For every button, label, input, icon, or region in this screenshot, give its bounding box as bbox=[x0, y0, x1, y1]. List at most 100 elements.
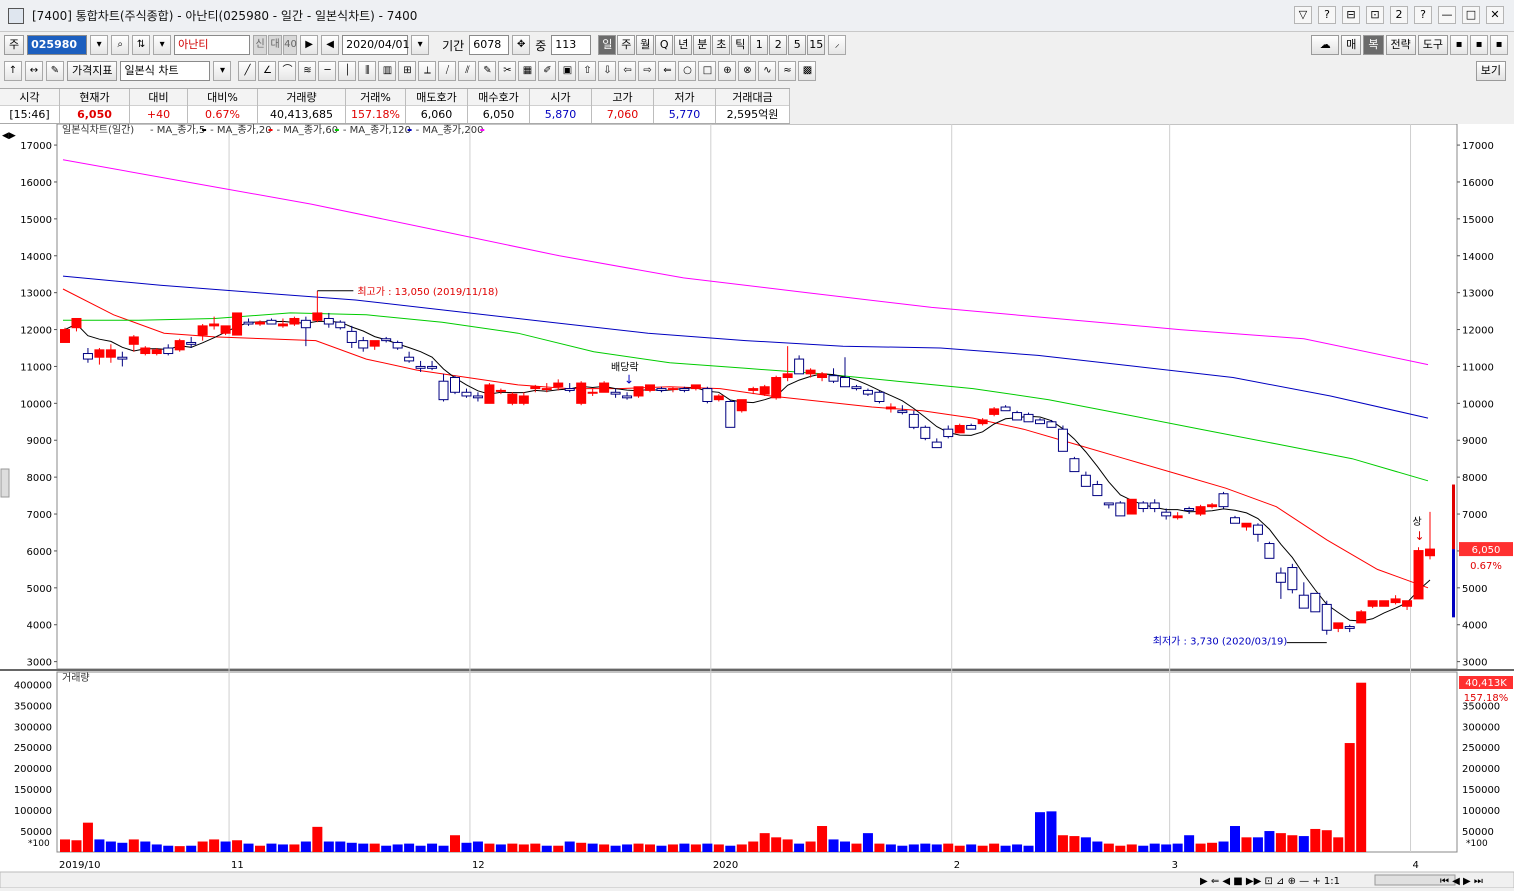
drawing-tool-icon[interactable]: ⫽ bbox=[458, 61, 477, 81]
candle[interactable] bbox=[1379, 600, 1390, 607]
candle[interactable] bbox=[174, 338, 185, 352]
interval-button[interactable]: 15 bbox=[807, 35, 826, 55]
expand-horizontal-icon[interactable]: ↔ bbox=[25, 61, 43, 81]
candle[interactable] bbox=[920, 425, 931, 441]
drawing-tool-icon[interactable]: ▩ bbox=[798, 61, 817, 81]
candle[interactable] bbox=[484, 383, 495, 404]
drawing-tool-icon[interactable]: ⊞ bbox=[398, 61, 417, 81]
drawing-tool-icon[interactable]: ⇦ bbox=[618, 61, 637, 81]
drawing-tool-icon[interactable]: ╱ bbox=[238, 61, 257, 81]
candle[interactable] bbox=[289, 316, 300, 326]
drawing-tool-icon[interactable]: □ bbox=[698, 61, 717, 81]
interval-button[interactable]: 5 bbox=[788, 35, 807, 55]
code-dropdown-icon[interactable]: ▾ bbox=[90, 35, 109, 55]
candle[interactable] bbox=[507, 392, 518, 406]
date-field[interactable]: 2020/04/01 bbox=[342, 35, 410, 55]
candle[interactable] bbox=[736, 399, 747, 413]
price-chart[interactable]: 2019/10 11 12 2020 2 3 4 17000 17000 16000 16000 15… bbox=[0, 123, 1514, 889]
drawing-tool-icon[interactable]: ✐ bbox=[538, 61, 557, 81]
candle[interactable] bbox=[1057, 425, 1068, 452]
save-icon[interactable]: ▪ bbox=[1470, 35, 1488, 55]
candle[interactable] bbox=[1413, 547, 1424, 600]
right-tool-button[interactable]: 복 bbox=[1363, 35, 1384, 55]
drawing-tool-icon[interactable]: ─ bbox=[318, 61, 337, 81]
drawing-tool-icon[interactable]: ∠ bbox=[258, 61, 277, 81]
window-button[interactable]: ? bbox=[1318, 6, 1336, 24]
interval-button[interactable]: 월 bbox=[636, 35, 655, 55]
candle[interactable] bbox=[771, 375, 782, 400]
interval-button[interactable]: 2 bbox=[769, 35, 788, 55]
side-toggle-button[interactable] bbox=[0, 468, 10, 498]
drawing-tool-icon[interactable]: ⫼ bbox=[358, 61, 377, 81]
drawing-tool-icon[interactable]: ⊕ bbox=[718, 61, 737, 81]
candle[interactable] bbox=[599, 381, 610, 393]
chart-type-dropdown-icon[interactable]: ▾ bbox=[213, 61, 232, 81]
chart-type-select[interactable]: 일본식 차트 bbox=[120, 61, 211, 81]
drawing-tool-icon[interactable]: ≈ bbox=[778, 61, 797, 81]
interval-button[interactable]: 분 bbox=[693, 35, 712, 55]
window-button[interactable]: ⊟ bbox=[1342, 6, 1360, 24]
edit-icon[interactable]: ✎ bbox=[46, 61, 64, 81]
candle[interactable] bbox=[759, 384, 770, 396]
drawing-tool-icon[interactable]: ⌒ bbox=[278, 61, 297, 81]
drawing-tool-icon[interactable]: ⟂ bbox=[418, 61, 437, 81]
search-icon[interactable]: ⌕ bbox=[111, 35, 130, 55]
interval-button[interactable]: 년 bbox=[674, 35, 693, 55]
up-arrow-icon[interactable]: ↑ bbox=[4, 61, 22, 81]
drawing-tool-icon[interactable]: ▦ bbox=[518, 61, 537, 81]
candle[interactable] bbox=[335, 320, 346, 330]
candle[interactable] bbox=[1310, 592, 1321, 613]
candle[interactable] bbox=[1218, 491, 1229, 509]
folder-icon[interactable]: ▪ bbox=[1450, 35, 1468, 55]
window-button[interactable]: ✕ bbox=[1486, 6, 1504, 24]
candle[interactable] bbox=[1356, 609, 1367, 624]
interval-button[interactable]: 일 bbox=[598, 35, 617, 55]
period-input[interactable]: 6078 bbox=[469, 35, 510, 55]
candle[interactable] bbox=[874, 390, 885, 404]
view-button[interactable]: 보기 bbox=[1475, 61, 1506, 81]
right-tool-button[interactable]: 도구 bbox=[1417, 35, 1448, 55]
count-input[interactable]: 113 bbox=[551, 35, 592, 55]
window-button[interactable]: ▽ bbox=[1294, 6, 1312, 24]
window-button[interactable]: ⊡ bbox=[1366, 6, 1384, 24]
candle[interactable] bbox=[1287, 563, 1298, 594]
next-arrow-icon[interactable]: ▶ bbox=[300, 35, 319, 55]
drawing-tool-icon[interactable]: ⇧ bbox=[578, 61, 597, 81]
date-dropdown-icon[interactable]: ▾ bbox=[411, 35, 430, 55]
candle[interactable] bbox=[1012, 410, 1023, 421]
drawing-tool-icon[interactable]: ∿ bbox=[758, 61, 777, 81]
drawing-tool-icon[interactable]: ▣ bbox=[558, 61, 577, 81]
candle[interactable] bbox=[1115, 501, 1126, 517]
custom-interval-icon[interactable]: ⸝ bbox=[828, 35, 847, 55]
drawing-tool-icon[interactable]: ⇨ bbox=[638, 61, 657, 81]
candle[interactable] bbox=[989, 407, 1000, 417]
candle[interactable] bbox=[450, 375, 460, 395]
interval-button[interactable]: 1 bbox=[750, 35, 769, 55]
price-indicator-button[interactable]: 가격지표 bbox=[67, 61, 118, 81]
drawing-tool-icon[interactable]: │ bbox=[338, 61, 357, 81]
candle[interactable] bbox=[1023, 412, 1034, 423]
expand-panel-icon[interactable]: ◀▶ bbox=[2, 131, 16, 141]
drawing-tool-icon[interactable]: ⇐ bbox=[658, 61, 677, 81]
candle[interactable] bbox=[140, 346, 151, 356]
candle[interactable] bbox=[60, 327, 70, 343]
drawing-tool-icon[interactable]: ≋ bbox=[298, 61, 317, 81]
interval-button[interactable]: 틱 bbox=[731, 35, 750, 55]
candle[interactable] bbox=[1069, 456, 1080, 473]
drawing-tool-icon[interactable]: ○ bbox=[678, 61, 697, 81]
candle[interactable] bbox=[1195, 504, 1206, 516]
drawing-tool-icon[interactable]: ⊗ bbox=[738, 61, 757, 81]
window-button[interactable]: — bbox=[1438, 6, 1456, 24]
candle[interactable] bbox=[232, 312, 243, 336]
stock-code-input[interactable]: 025980 bbox=[27, 35, 88, 55]
scroll-end-icon[interactable]: ⏮ ◀ ▶ ⏭ bbox=[1440, 876, 1483, 887]
wrench-icon[interactable]: ▪ bbox=[1490, 35, 1508, 55]
scroll-controls-icon[interactable]: ▶ ⇐ ◀ ■ ▶▶ ⊡ ⊿ ⊕ — + 1:1 bbox=[1200, 876, 1340, 887]
prev-arrow-icon[interactable]: ◀ bbox=[321, 35, 340, 55]
candle[interactable] bbox=[633, 386, 644, 398]
candle[interactable] bbox=[220, 325, 231, 336]
menu-dropdown-icon[interactable]: ▾ bbox=[153, 35, 172, 55]
candle[interactable] bbox=[702, 386, 713, 404]
window-button[interactable]: □ bbox=[1462, 6, 1480, 24]
candle[interactable] bbox=[392, 340, 403, 350]
